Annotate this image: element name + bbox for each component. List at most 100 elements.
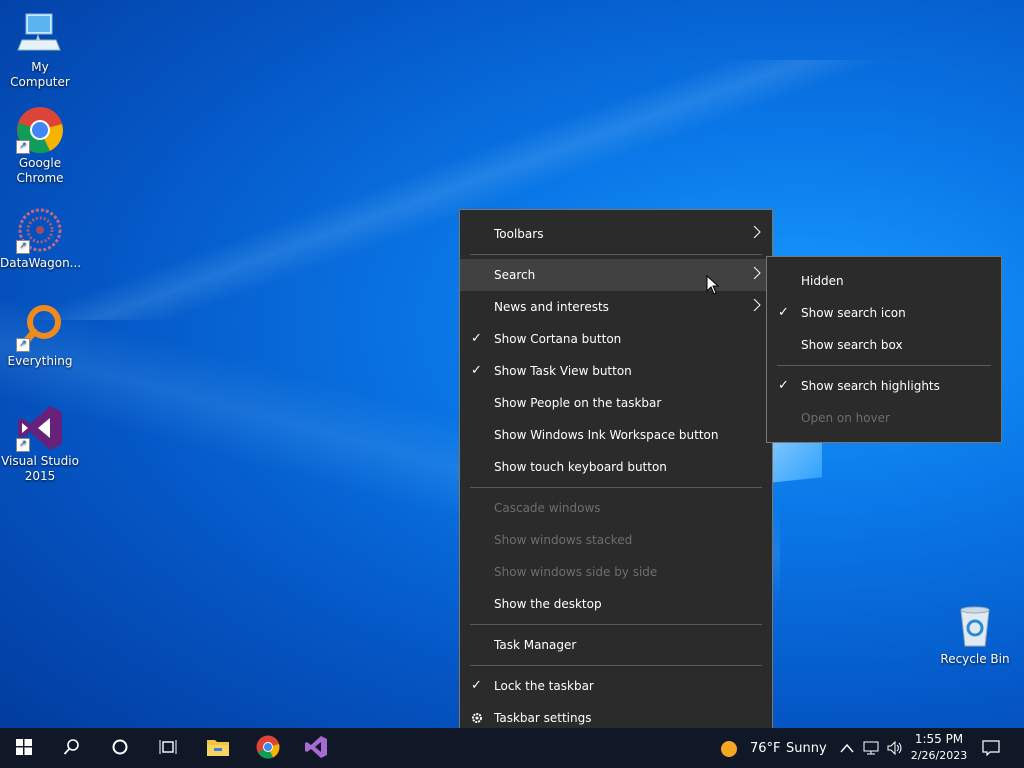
menu-item-label: Task Manager	[494, 638, 577, 652]
menu-item-label: Show search highlights	[801, 379, 940, 393]
weather-condition[interactable]: Sunny	[786, 741, 827, 756]
chrome-icon: ↗	[16, 106, 64, 154]
desktop-icon-datawagon[interactable]: ↗ DataWagon...	[0, 206, 82, 271]
menu-item-label: Show windows side by side	[494, 565, 658, 579]
clock[interactable]: 1:55 PM 2/26/2023	[906, 731, 972, 764]
wallpaper-window-logo	[770, 437, 822, 483]
menu-item-lock-the-taskbar[interactable]: ✓ Lock the taskbar	[460, 670, 772, 702]
desktop-icon-everything[interactable]: ↗ Everything	[0, 304, 80, 369]
menu-item-label: Hidden	[801, 274, 844, 288]
cortana-icon	[111, 738, 129, 759]
search-submenu: Hidden ✓ Show search icon Show search bo…	[766, 256, 1002, 443]
visual-studio-icon	[304, 735, 328, 762]
task-view-icon	[159, 738, 177, 759]
menu-item-label: Cascade windows	[494, 501, 601, 515]
file-explorer-icon	[206, 737, 230, 760]
menu-separator	[470, 254, 762, 255]
taskbar-file-explorer[interactable]	[194, 728, 242, 768]
desktop-icon-visual-studio[interactable]: ↗ Visual Studio 2015	[0, 404, 80, 484]
checkmark-icon: ✓	[471, 331, 482, 346]
recycle-bin-icon	[951, 602, 999, 650]
menu-separator	[470, 665, 762, 666]
menu-item-news-and-interests[interactable]: News and interests	[460, 291, 772, 323]
submenu-item-hidden[interactable]: Hidden	[767, 265, 1001, 297]
menu-item-label: Lock the taskbar	[494, 679, 594, 693]
desktop-icon-label: My Computer	[10, 60, 70, 89]
chevron-right-icon	[752, 259, 762, 291]
menu-item-label: Toolbars	[494, 227, 544, 241]
task-view-button[interactable]	[144, 728, 192, 768]
submenu-item-open-on-hover: Open on hover	[767, 402, 1001, 434]
taskbar-search-button[interactable]	[48, 728, 96, 768]
menu-item-label: Search	[494, 268, 536, 282]
checkmark-icon: ✓	[471, 678, 482, 693]
menu-item-show-the-desktop[interactable]: Show the desktop	[460, 588, 772, 620]
cortana-button[interactable]	[96, 728, 144, 768]
menu-item-search[interactable]: Search	[460, 259, 772, 291]
desktop-icon-label: Everything	[7, 354, 73, 368]
desktop-icon-label: Recycle Bin	[940, 652, 1010, 666]
chevron-right-icon	[752, 218, 762, 250]
taskbar-chrome[interactable]	[244, 728, 292, 768]
menu-item-show-windows-ink[interactable]: Show Windows Ink Workspace button	[460, 419, 772, 451]
desktop-icon-label: Google Chrome	[16, 156, 64, 185]
menu-separator	[470, 487, 762, 488]
menu-item-label: Show windows stacked	[494, 533, 633, 547]
taskbar-visual-studio[interactable]	[292, 728, 340, 768]
shortcut-arrow-icon: ↗	[16, 240, 30, 254]
menu-item-label: Show Task View button	[494, 364, 632, 378]
menu-item-show-cortana-button[interactable]: ✓ Show Cortana button	[460, 323, 772, 355]
menu-item-label: Taskbar settings	[494, 711, 592, 725]
menu-separator	[777, 365, 991, 366]
taskbar: 76°F Sunny 1:55 PM 2/26/2023	[0, 728, 1024, 768]
menu-item-label: Show search box	[801, 338, 903, 352]
menu-separator	[470, 624, 762, 625]
submenu-item-show-search-highlights[interactable]: ✓ Show search highlights	[767, 370, 1001, 402]
menu-item-cascade-windows: Cascade windows	[460, 492, 772, 524]
menu-item-label: Show the desktop	[494, 597, 602, 611]
submenu-item-show-search-icon[interactable]: ✓ Show search icon	[767, 297, 1001, 329]
desktop-icon-my-computer[interactable]: My Computer	[0, 10, 80, 90]
clock-date: 2/26/2023	[910, 749, 968, 762]
menu-item-label: Show People on the taskbar	[494, 396, 662, 410]
volume-icon[interactable]	[886, 740, 904, 759]
menu-item-label: Show search icon	[801, 306, 906, 320]
network-icon[interactable]	[862, 740, 880, 759]
search-icon	[63, 738, 81, 759]
desktop-icon-google-chrome[interactable]: ↗ Google Chrome	[0, 106, 80, 186]
menu-item-show-task-view-button[interactable]: ✓ Show Task View button	[460, 355, 772, 387]
desktop-icon-label: Visual Studio 2015	[1, 454, 79, 483]
everything-search-icon: ↗	[16, 304, 64, 352]
start-button[interactable]	[0, 728, 48, 768]
notifications-icon[interactable]	[982, 740, 1000, 759]
shortcut-arrow-icon: ↗	[16, 338, 30, 352]
menu-item-show-touch-keyboard[interactable]: Show touch keyboard button	[460, 451, 772, 483]
visual-studio-icon: ↗	[16, 404, 64, 452]
menu-item-show-windows-stacked: Show windows stacked	[460, 524, 772, 556]
weather-temperature[interactable]: 76°F	[750, 741, 781, 756]
start-icon	[16, 738, 32, 758]
weather-sun-icon	[720, 740, 738, 761]
shortcut-arrow-icon: ↗	[16, 438, 30, 452]
shortcut-arrow-icon: ↗	[16, 140, 30, 154]
computer-icon	[16, 10, 64, 58]
menu-item-toolbars[interactable]: Toolbars	[460, 218, 772, 250]
menu-item-task-manager[interactable]: Task Manager	[460, 629, 772, 661]
menu-item-label: News and interests	[494, 300, 609, 314]
chevron-up-icon[interactable]	[840, 742, 854, 756]
clock-time: 1:55 PM	[914, 732, 964, 746]
menu-item-label: Show Cortana button	[494, 332, 622, 346]
datawagon-icon: ↗	[16, 206, 64, 254]
menu-item-label: Show touch keyboard button	[494, 460, 667, 474]
desktop-icon-recycle-bin[interactable]: Recycle Bin	[935, 602, 1015, 667]
menu-item-show-windows-side-by-side: Show windows side by side	[460, 556, 772, 588]
chrome-icon	[256, 735, 280, 762]
menu-item-show-people[interactable]: Show People on the taskbar	[460, 387, 772, 419]
desktop-icon-label: DataWagon...	[0, 256, 82, 270]
menu-item-label: Open on hover	[801, 411, 890, 425]
checkmark-icon: ✓	[778, 378, 789, 393]
mouse-cursor-icon	[706, 274, 720, 298]
submenu-item-show-search-box[interactable]: Show search box	[767, 329, 1001, 361]
menu-item-label: Show Windows Ink Workspace button	[494, 428, 719, 442]
checkmark-icon: ✓	[778, 305, 789, 320]
